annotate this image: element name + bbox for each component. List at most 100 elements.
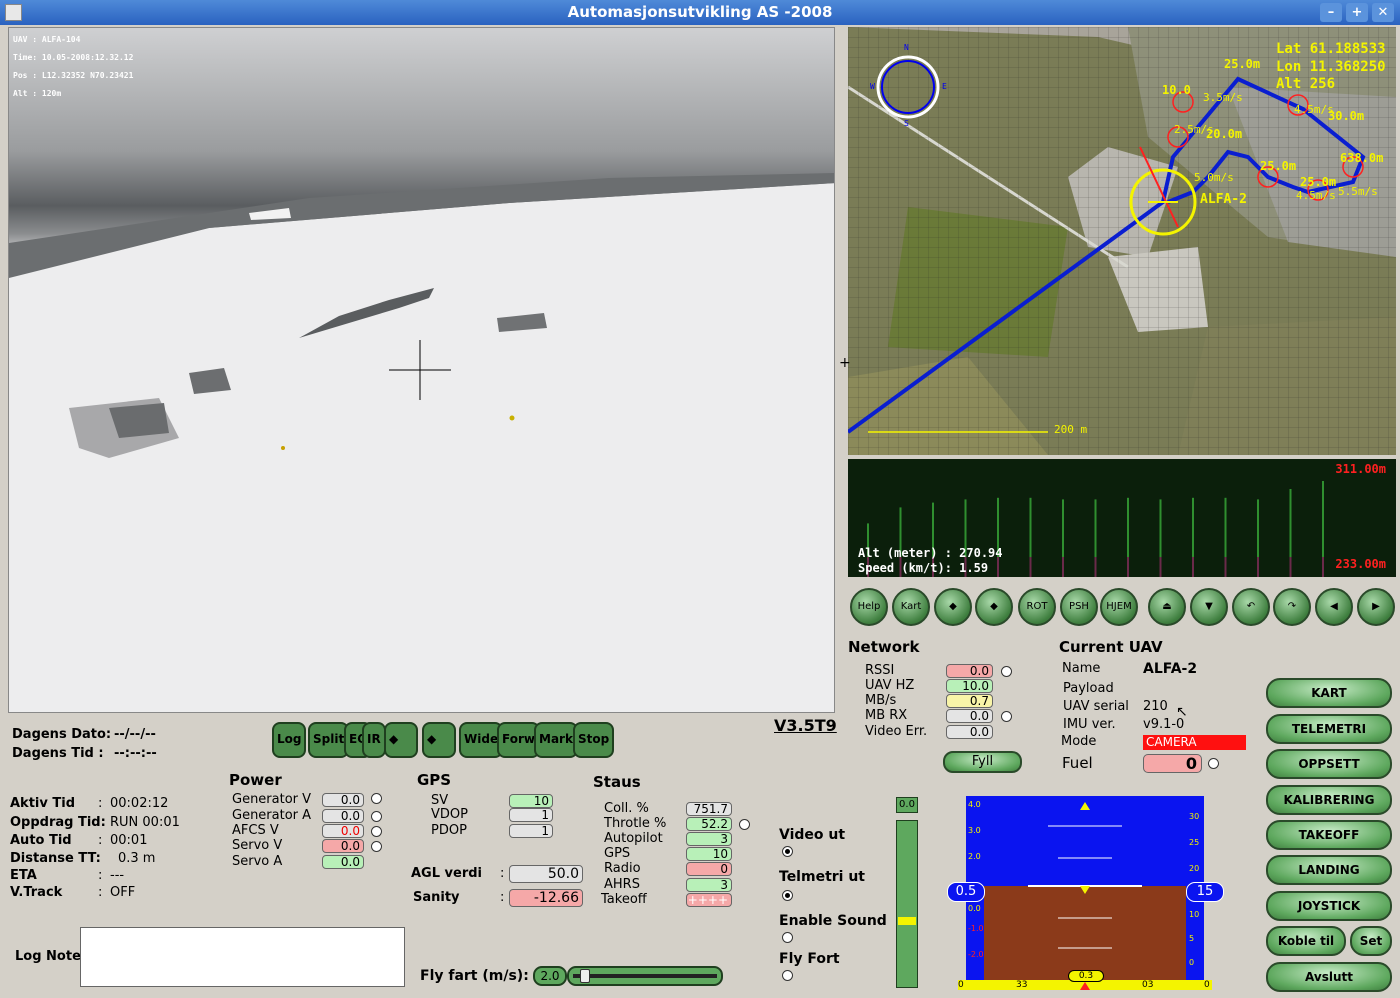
mission-label: Oppdrag Tid: [10, 815, 106, 830]
agl-sep: : [500, 866, 505, 881]
prev-button[interactable]: ◀ [1315, 588, 1353, 626]
telmetri-ut-radio[interactable] [782, 890, 793, 901]
stop-button[interactable]: Stop [573, 722, 615, 758]
power-value: 0.0 [322, 839, 364, 853]
ir-button[interactable]: IR [362, 722, 386, 758]
koble-til-button[interactable]: Koble til [1266, 926, 1346, 956]
network-value: 10.0 [946, 679, 993, 693]
zoom-out-button[interactable]: ◆ [422, 722, 456, 758]
date-value: --/--/-- [114, 727, 156, 742]
takeoff-button[interactable]: TAKEOFF [1266, 820, 1392, 850]
speed-tick: 5 [1189, 934, 1195, 943]
power-led [371, 826, 382, 837]
slider-track [573, 974, 717, 978]
title-bar: Automasjonsutvikling AS -2008 – + ✕ [0, 0, 1400, 25]
rot-button[interactable]: ROT [1018, 588, 1056, 626]
vbar-indicator [898, 917, 916, 925]
set-button[interactable]: Set [1350, 926, 1392, 956]
camera-feed[interactable]: UAV : ALFA-104 Time: 10.05-2008:12.32.12… [8, 27, 835, 713]
kart-button[interactable]: KART [1266, 678, 1392, 708]
mission-value: OFF [110, 885, 136, 900]
altitude-graph: 311.00m 233.00m Alt (meter) : 270.94 Spe… [848, 459, 1396, 577]
wp-alt: 25.0m [1224, 57, 1261, 71]
left-arrow-icon: ◀ [1330, 601, 1338, 612]
osd-time: Time: 10.05-2008:12.32.12 [13, 53, 134, 62]
tilt-left-button[interactable]: ◆ [934, 588, 972, 626]
oppsett-button[interactable]: OPPSETT [1266, 749, 1392, 779]
time-label: Dagens Tid : [12, 746, 104, 761]
hjem-button[interactable]: HJEM [1100, 588, 1138, 626]
mission-sep: : [98, 885, 103, 900]
gps-label: SV [431, 793, 449, 808]
telemetri-button[interactable]: TELEMETRI [1266, 714, 1392, 744]
turn-icon: ↷ [1287, 601, 1297, 612]
minimize-button[interactable]: – [1320, 3, 1342, 22]
psh-button[interactable]: PSH [1060, 588, 1098, 626]
landing-button[interactable]: LANDING [1266, 855, 1392, 885]
kart-nav-button[interactable]: Kart [892, 588, 930, 626]
video-ut-radio[interactable] [782, 846, 793, 857]
uav-map-label: ALFA-2 [1200, 192, 1247, 207]
turn-right-button[interactable]: ↷ [1273, 588, 1311, 626]
zoom-in-button[interactable]: ◆ [384, 722, 418, 758]
window-title: Automasjonsutvikling AS -2008 [567, 3, 833, 21]
enable-sound-radio[interactable] [782, 932, 793, 943]
uav-value: 210 [1143, 699, 1168, 714]
app-icon [5, 4, 22, 21]
status-label: Radio [604, 861, 641, 876]
gps-value: 1 [509, 824, 553, 838]
joystick-button[interactable]: JOYSTICK [1266, 891, 1392, 921]
kalibrering-button[interactable]: KALIBRERING [1266, 785, 1392, 815]
splitter-handle[interactable]: + [839, 355, 851, 371]
zoom-icon: ◆ [427, 732, 437, 746]
agl-value[interactable]: 50.0 [509, 865, 583, 883]
wp-speed: 3.5m/s [1203, 91, 1243, 104]
close-button[interactable]: ✕ [1372, 3, 1394, 22]
status-value: 10 [686, 847, 732, 861]
eject-up-button[interactable]: ⏏ [1148, 588, 1186, 626]
vbar-track[interactable] [896, 820, 918, 988]
fly-fort-label: Fly Fort [779, 951, 840, 967]
help-button[interactable]: Help [850, 588, 888, 626]
power-value: 0.0 [322, 855, 364, 869]
wp-alt: 20.0m [1206, 127, 1243, 141]
pitch-tick: 2.0 [968, 852, 981, 861]
fyll-button[interactable]: Fyll [943, 751, 1022, 773]
down-button[interactable]: ▼ [1190, 588, 1228, 626]
status-value: 3 [686, 878, 732, 892]
tilt-right-button[interactable]: ◆ [975, 588, 1013, 626]
mission-value: --- [110, 868, 125, 883]
uav-label: Mode [1061, 734, 1097, 749]
pitch-tick: -2.0 [968, 950, 984, 959]
alt-readout: Alt (meter) : 270.94 [858, 546, 1003, 560]
avslutt-button[interactable]: Avslutt [1266, 962, 1392, 992]
next-button[interactable]: ▶ [1357, 588, 1395, 626]
status-led [739, 819, 750, 830]
slider-thumb[interactable] [579, 969, 590, 983]
network-value: 0.7 [946, 694, 993, 708]
fuel-value: 0 [1143, 754, 1202, 773]
gps-label: VDOP [431, 807, 468, 822]
mission-label: Aktiv Tid [10, 796, 76, 811]
mission-sep: : [98, 833, 103, 848]
map-scale: 200 m [1054, 423, 1088, 436]
power-value: 0.0 [322, 793, 364, 807]
heading-tick: 33 [1016, 980, 1028, 990]
fly-fort-radio[interactable] [782, 970, 793, 981]
gps-title: GPS [417, 771, 452, 789]
speed-value: 15 [1186, 882, 1224, 902]
mark-button[interactable]: Mark [534, 722, 578, 758]
enable-sound-label: Enable Sound [779, 913, 887, 929]
wp-speed: 4.5m/s [1296, 189, 1336, 202]
fly-fart-value[interactable]: 2.0 [533, 966, 567, 986]
map-view[interactable]: N S E W Lat 61.188533 Lon 11.368250 Alt … [848, 27, 1396, 455]
log-button[interactable]: Log [272, 722, 307, 758]
turn-left-button[interactable]: ↶ [1232, 588, 1270, 626]
pitch-tick: 4.0 [968, 800, 981, 809]
network-value: 0.0 [946, 725, 993, 739]
maximize-button[interactable]: + [1346, 3, 1368, 22]
osd-uav: UAV : ALFA-104 [13, 35, 81, 44]
log-note-input[interactable] [80, 927, 405, 987]
uav-value: ALFA-2 [1143, 661, 1198, 677]
fly-fart-slider[interactable] [567, 966, 723, 986]
